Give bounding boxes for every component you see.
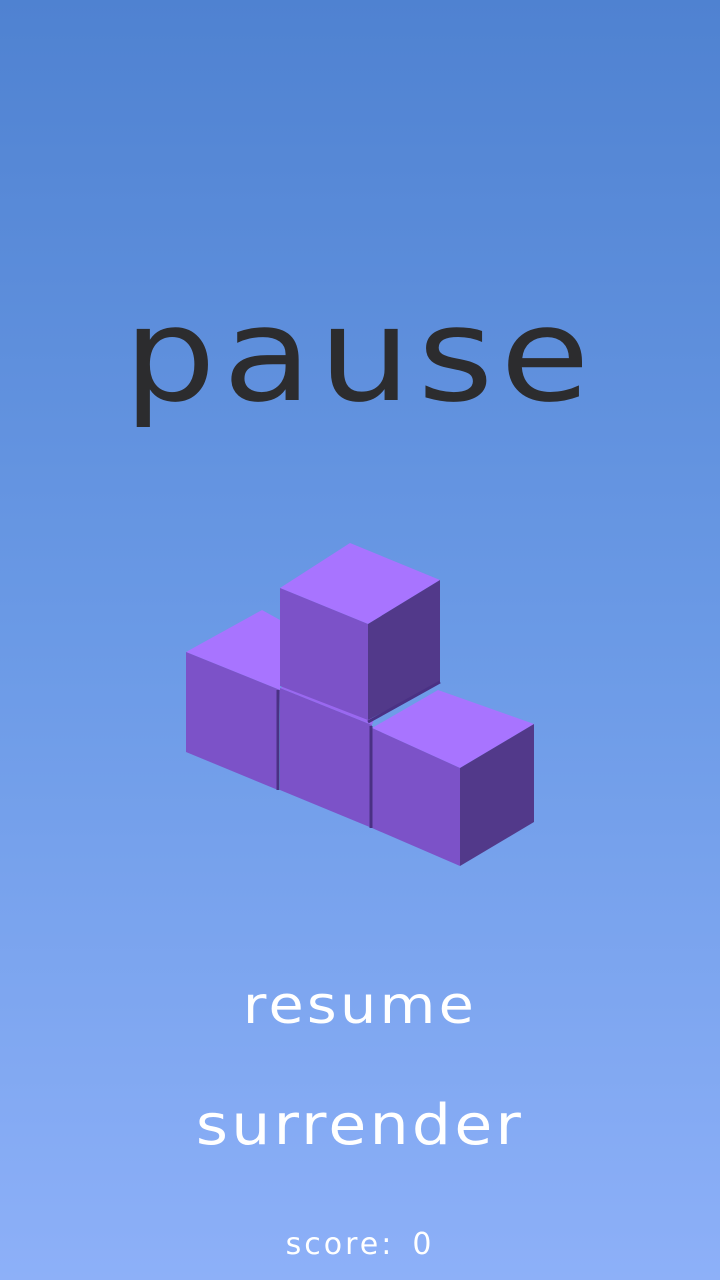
surrender-button[interactable]: surrender: [0, 1098, 720, 1154]
score-label: score:: [285, 1227, 395, 1262]
cube-right: [372, 690, 534, 866]
page-title: pause: [123, 279, 597, 431]
pause-screen: { "screen": { "title": "pause", "backgro…: [0, 0, 720, 1280]
cube-top: [280, 543, 440, 720]
cube-left: [186, 610, 280, 790]
score-value: 0: [412, 1227, 435, 1262]
resume-button[interactable]: resume: [0, 980, 720, 1032]
tetromino-t-block-icon: [186, 543, 534, 866]
score-display: score: 0: [0, 1230, 720, 1260]
